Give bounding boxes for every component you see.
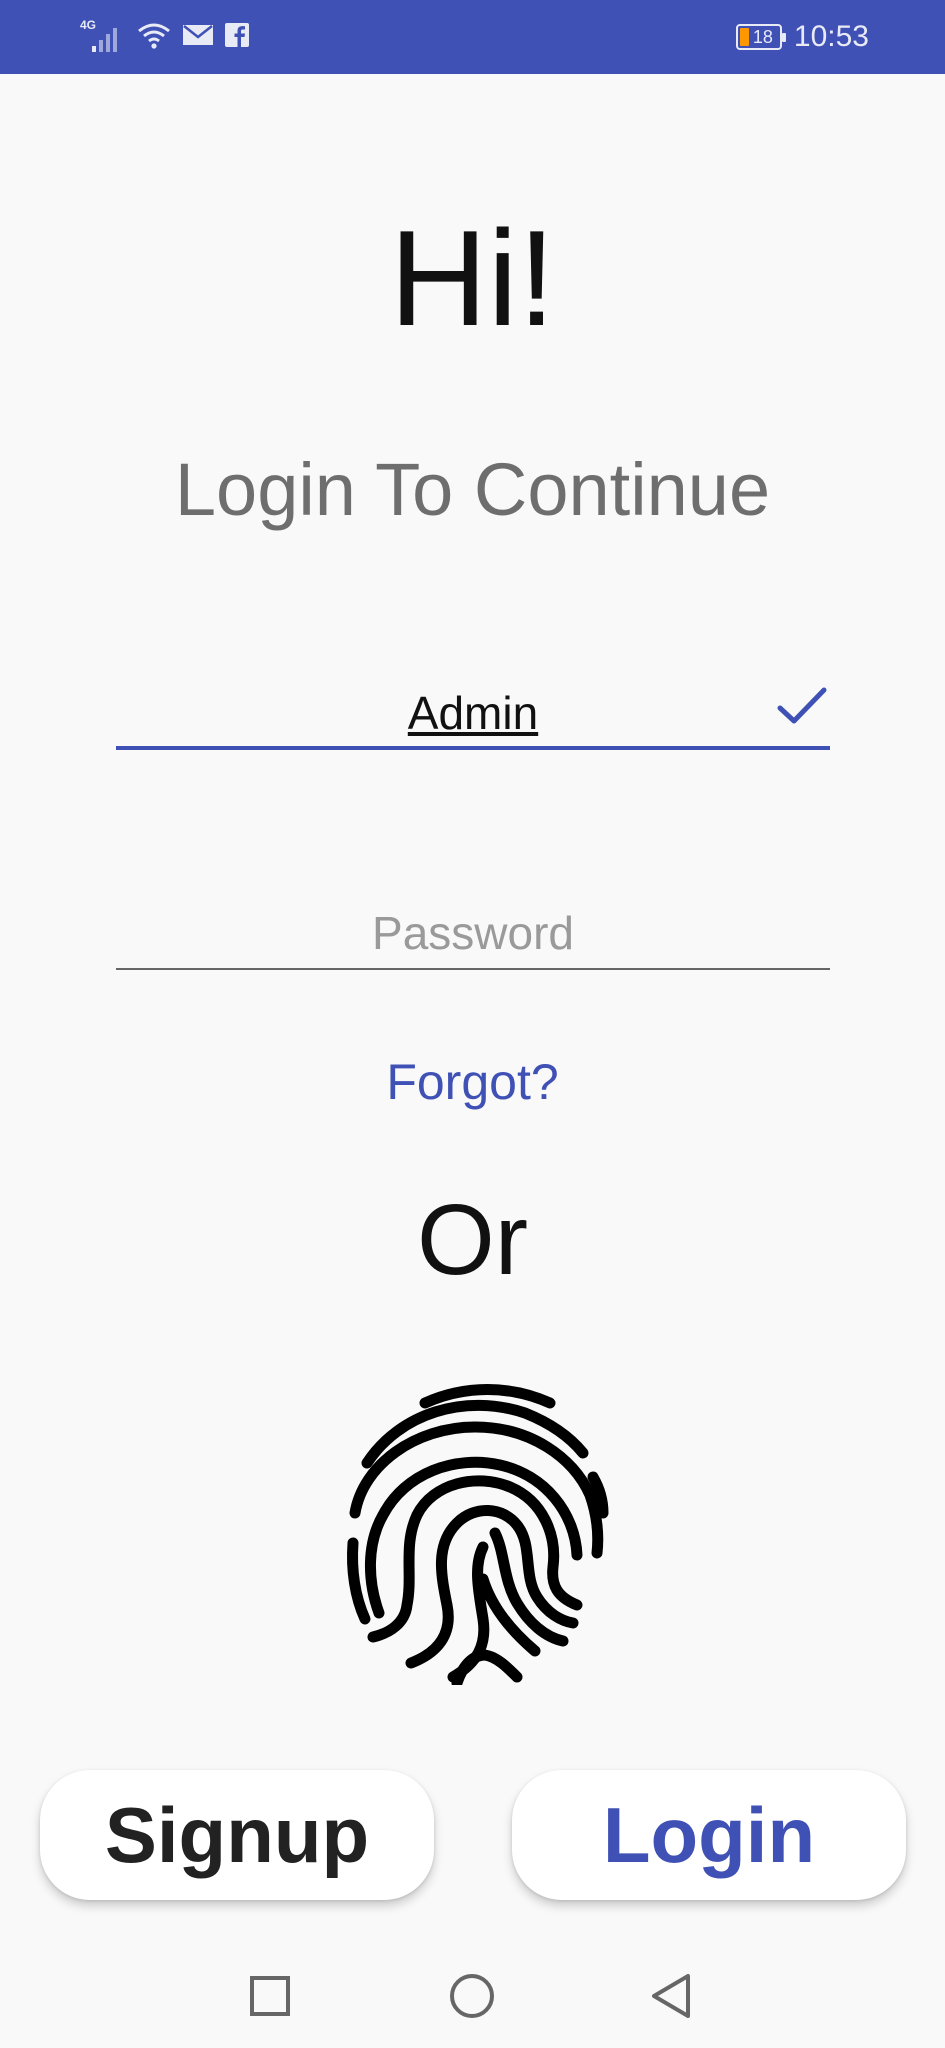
status-time: 10:53 <box>793 20 869 53</box>
circle-icon[interactable] <box>448 1972 496 2020</box>
status-icons-left: 4G <box>80 18 250 55</box>
signal-icon: 4G <box>80 18 126 54</box>
login-subtitle: Login To Continue <box>174 448 771 531</box>
username-field-container <box>116 670 830 750</box>
forgot-password-link[interactable]: Forgot? <box>0 1053 945 1111</box>
password-input[interactable] <box>116 898 830 968</box>
square-icon[interactable] <box>246 1972 294 2020</box>
wifi-icon <box>136 20 172 55</box>
facebook-icon <box>224 22 250 53</box>
greeting-title: Hi! <box>389 202 556 354</box>
battery-level: 18 <box>752 26 773 47</box>
status-icons-right: 18 10:53 <box>735 20 869 54</box>
status-bar: 4G 18 10:53 <box>0 0 945 74</box>
mail-icon <box>182 23 214 52</box>
login-button[interactable]: Login <box>512 1770 906 1900</box>
battery-icon: 18 <box>735 24 786 50</box>
system-nav-bar <box>0 1940 945 2048</box>
or-divider-text: Or <box>416 1184 529 1296</box>
triangle-back-icon[interactable] <box>648 1972 696 2020</box>
check-icon <box>777 687 827 724</box>
username-input[interactable] <box>116 670 830 746</box>
password-field-container <box>116 898 830 970</box>
fingerprint-icon[interactable] <box>345 1365 615 1685</box>
signup-button[interactable]: Signup <box>40 1770 434 1900</box>
